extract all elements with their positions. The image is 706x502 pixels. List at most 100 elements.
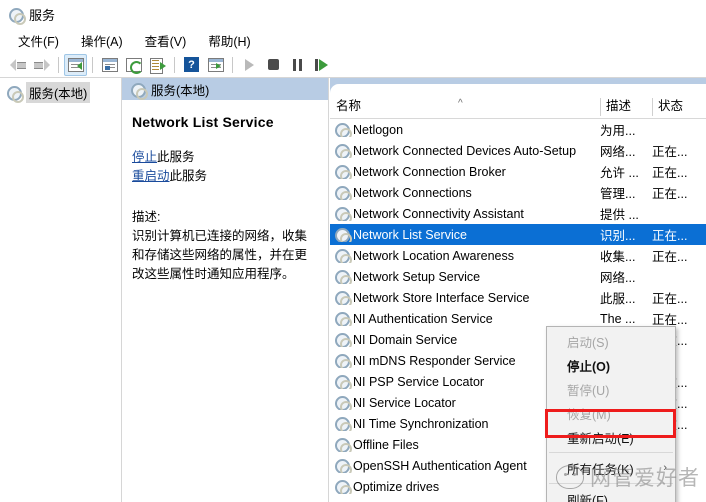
stop-service-link[interactable]: 停止 — [132, 150, 157, 164]
table-row[interactable]: Network Setup Service 网络... — [330, 266, 706, 287]
service-name-cell: Network Connection Broker — [330, 164, 600, 179]
service-status-cell: 正在... — [652, 292, 688, 306]
play-icon — [245, 58, 254, 71]
pause-icon — [292, 58, 303, 71]
service-name-label: NI Domain Service — [353, 332, 458, 347]
forward-button[interactable] — [30, 54, 53, 76]
column-header-status[interactable]: 状态 — [652, 96, 706, 118]
table-row[interactable]: Network Connectivity Assistant 提供 ... — [330, 203, 706, 224]
list-column-headers: 名称 ^ 描述 状态 — [330, 93, 706, 119]
gear-icon — [334, 206, 352, 221]
menu-item-help[interactable]: 帮助(H) — [198, 28, 260, 53]
restart-service-link[interactable]: 重启动 — [132, 169, 170, 183]
service-status-cell: 正在... — [652, 229, 688, 243]
context-menu-item[interactable]: 停止(O) — [547, 353, 675, 377]
service-description-cell: 网络... — [600, 271, 636, 285]
show-hide-tree-button[interactable] — [64, 53, 87, 76]
table-row[interactable]: Network Location Awareness 收集... 正在... — [330, 245, 706, 266]
context-menu-item[interactable]: 刷新(F) — [547, 487, 675, 502]
service-description-cell: 提供 ... — [600, 208, 639, 222]
gear-icon — [334, 185, 352, 200]
stop-service-button[interactable] — [262, 54, 285, 76]
description-label: 描述: — [132, 210, 161, 224]
service-name-label: Network List Service — [353, 227, 467, 242]
service-description-cell: 管理... — [600, 187, 636, 201]
window-title: 服务 — [29, 7, 56, 23]
context-menu-item-label: 刷新(F) — [567, 493, 608, 502]
column-header-name-label: 名称 — [336, 99, 362, 113]
list-pane-tab-strip — [330, 78, 706, 93]
back-button[interactable] — [6, 54, 29, 76]
context-menu-item: 暂停(U) — [547, 377, 675, 401]
menu-item-file[interactable]: 文件(F) — [8, 28, 69, 53]
gear-icon — [334, 269, 352, 284]
export-list-icon — [149, 57, 166, 74]
toolbar-separator — [232, 56, 233, 73]
service-description-cell: 网络... — [600, 145, 636, 159]
context-menu-item[interactable]: 重新启动(E) — [547, 425, 675, 449]
service-name-label: Network Connection Broker — [353, 164, 506, 179]
service-name-cell: Network Connected Devices Auto-Setup — [330, 143, 600, 158]
stop-service-link-suffix: 此服务 — [157, 150, 195, 164]
gear-icon — [334, 332, 352, 347]
context-menu-item-label: 暂停(U) — [567, 383, 610, 398]
toolbar-separator — [58, 56, 59, 73]
service-name-cell: Network Setup Service — [330, 269, 600, 284]
show-action-pane-button[interactable] — [204, 54, 227, 76]
tree-item-services-local[interactable]: 服务(本地) — [0, 81, 121, 103]
detail-pane-body: Network List Service 停止此服务 重启动此服务 描述: 识别… — [122, 100, 328, 284]
detail-pane-header: 服务(本地) — [122, 78, 328, 100]
service-name-label: Optimize drives — [353, 479, 440, 494]
menu-bar: 文件(F) 操作(A) 查看(V) 帮助(H) — [0, 28, 706, 52]
properties-button[interactable] — [98, 54, 121, 76]
service-description-cell: 识别... — [600, 229, 636, 243]
refresh-icon — [125, 57, 143, 74]
service-name-cell: Network Location Awareness — [330, 248, 600, 263]
gear-icon — [334, 311, 352, 326]
table-row[interactable]: Netlogon 为用... — [330, 119, 706, 140]
service-description-cell: 允许 ... — [600, 166, 639, 180]
export-list-button[interactable] — [146, 54, 169, 76]
gear-icon — [334, 164, 352, 179]
menu-item-view[interactable]: 查看(V) — [135, 28, 197, 53]
column-header-description[interactable]: 描述 — [600, 96, 652, 118]
results-pane: 服务(本地) Network List Service 停止此服务 重启动此服务… — [122, 78, 706, 502]
service-status-cell: 正在... — [652, 166, 688, 180]
restart-service-button[interactable] — [310, 54, 333, 76]
context-menu: 启动(S) 停止(O) 暂停(U) 恢复(M) 重新启动(E) 所有任务(K) › 刷新(F)… — [546, 326, 676, 502]
help-button[interactable]: ? — [180, 54, 203, 76]
table-row[interactable]: Network Connected Devices Auto-Setup 网络..… — [330, 140, 706, 161]
gear-icon — [334, 458, 352, 473]
refresh-button[interactable] — [122, 54, 145, 76]
service-name-label: NI Time Synchronization — [353, 416, 489, 431]
service-name-label: Netlogon — [353, 122, 404, 137]
service-status-cell: 正在... — [652, 250, 688, 264]
gear-icon — [334, 479, 352, 494]
tree-item-label: 服务(本地) — [26, 81, 91, 103]
table-row[interactable]: Network List Service 识别... 正在... — [330, 224, 706, 245]
table-row[interactable]: Network Store Interface Service 此服... 正在..… — [330, 287, 706, 308]
pause-service-button[interactable] — [286, 54, 309, 76]
service-description-cell: 收集... — [600, 250, 636, 264]
toolbar-separator — [174, 56, 175, 73]
gear-icon — [334, 227, 352, 242]
console-tree-icon — [67, 57, 84, 72]
help-question-icon: ? — [184, 57, 199, 72]
table-row[interactable]: Network Connection Broker 允许 ... 正在... — [330, 161, 706, 182]
toolbar-separator — [92, 56, 93, 73]
gear-icon — [334, 143, 352, 158]
arrow-left-icon — [9, 58, 26, 71]
service-name-label: Network Location Awareness — [353, 248, 514, 263]
start-service-button[interactable] — [238, 54, 261, 76]
service-description-cell: 为用... — [600, 124, 636, 138]
service-name-label: NI Service Locator — [353, 395, 456, 410]
column-header-name[interactable]: 名称 ^ — [330, 96, 600, 118]
menu-separator — [549, 483, 673, 484]
service-name-cell: NI Authentication Service — [330, 311, 600, 326]
service-name-cell: Netlogon — [330, 122, 600, 137]
table-row[interactable]: Network Connections 管理... 正在... — [330, 182, 706, 203]
service-name-cell: Network Connections — [330, 185, 600, 200]
menu-item-action[interactable]: 操作(A) — [71, 28, 133, 53]
service-name-label: NI mDNS Responder Service — [353, 353, 516, 368]
context-menu-item[interactable]: 所有任务(K) › — [547, 456, 675, 480]
